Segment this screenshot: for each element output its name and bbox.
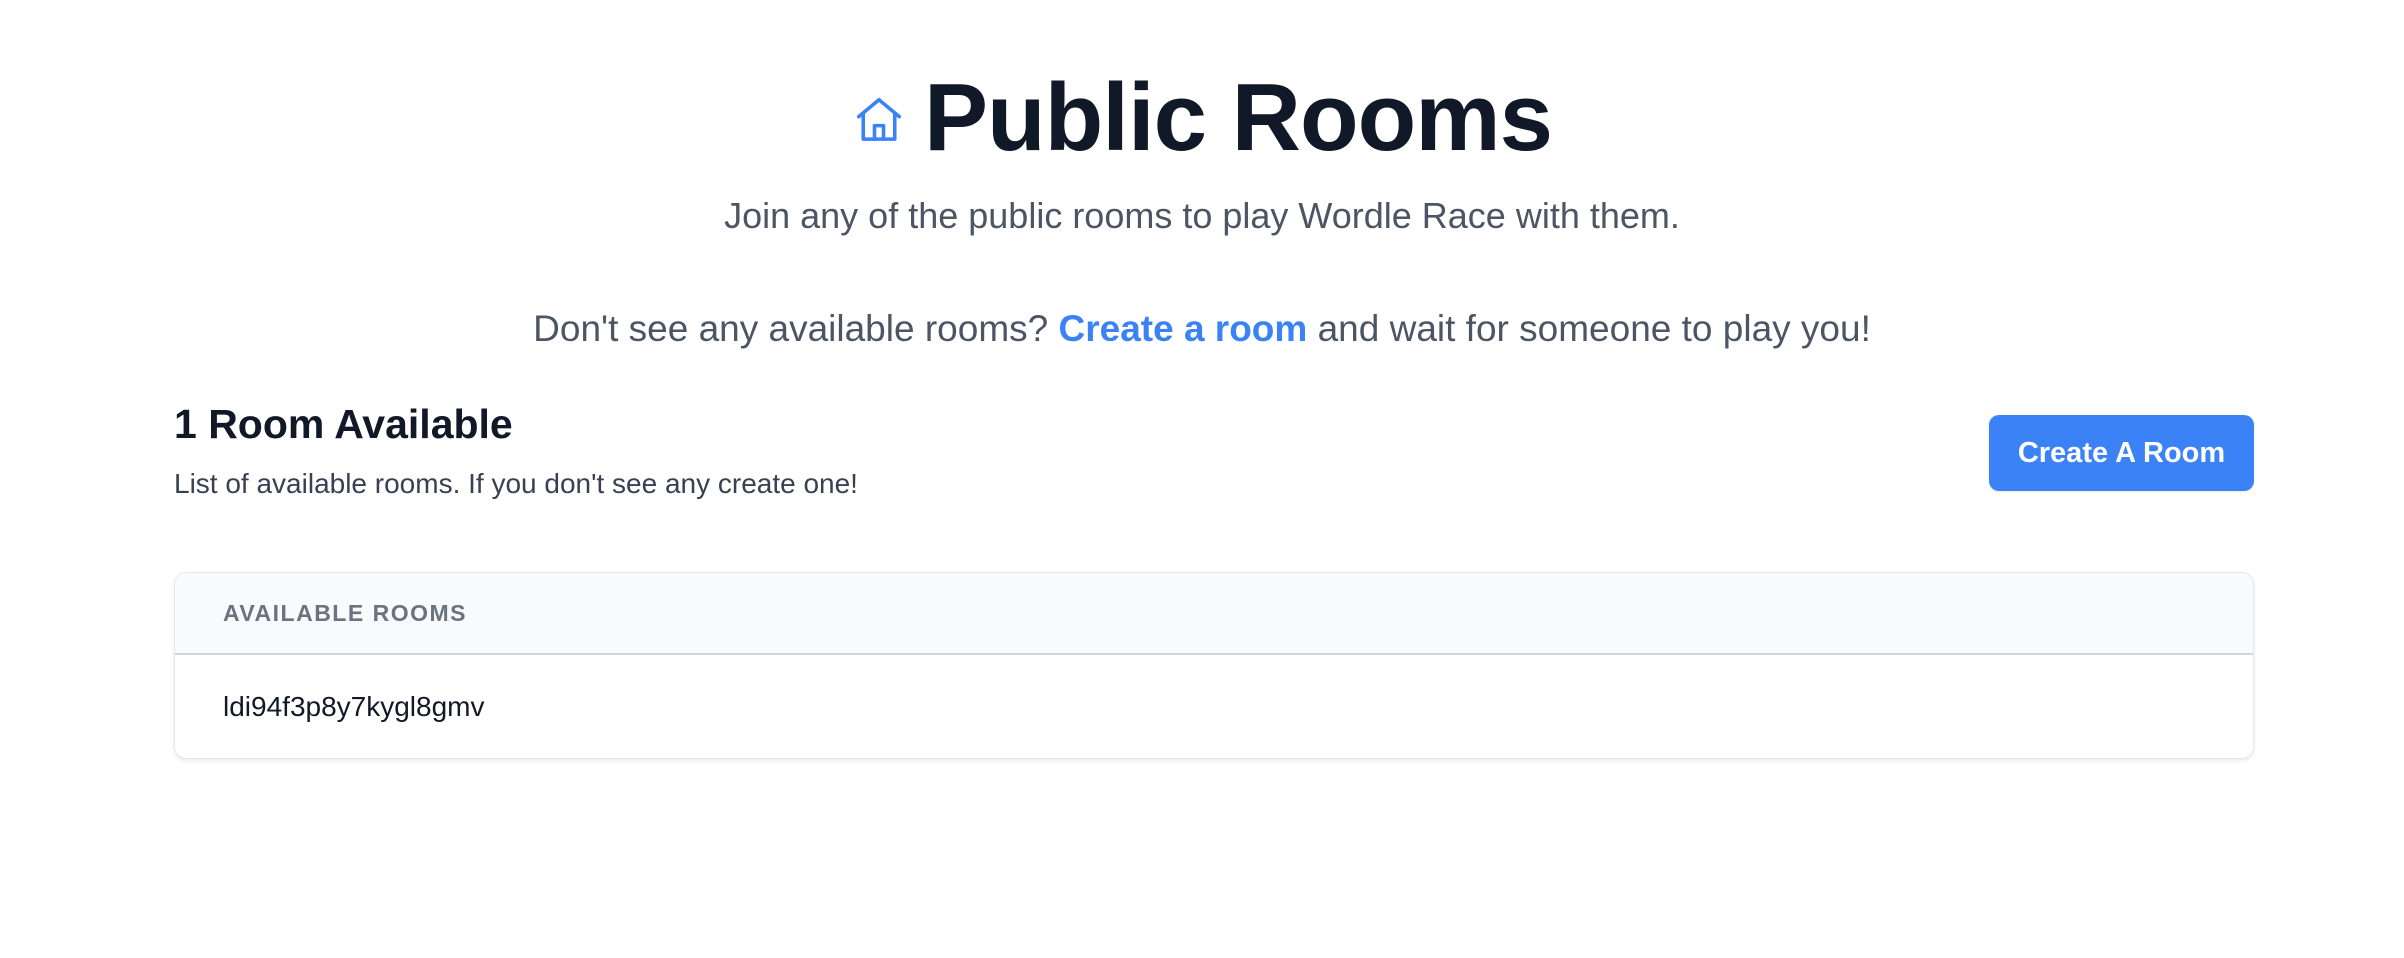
page-title: Public Rooms xyxy=(923,64,1553,171)
home-icon xyxy=(852,93,906,147)
room-row[interactable]: ldi94f3p8y7kygl8gmv xyxy=(175,655,2253,758)
public-rooms-page: Public Rooms Join any of the public room… xyxy=(0,0,2404,958)
rooms-section-header: 1 Room Available List of available rooms… xyxy=(174,398,2254,502)
rooms-description: List of available rooms. If you don't se… xyxy=(174,468,858,499)
hero-section: Public Rooms Join any of the public room… xyxy=(0,62,2404,352)
create-room-prompt: Don't see any available rooms? Create a … xyxy=(0,306,2404,352)
rooms-table-header: AVAILABLE ROOMS xyxy=(175,573,2253,655)
create-room-link[interactable]: Create a room xyxy=(1059,308,1308,349)
cta-prefix: Don't see any available rooms? xyxy=(533,308,1059,349)
title-row: Public Rooms xyxy=(0,62,2404,174)
page-subtitle: Join any of the public rooms to play Wor… xyxy=(724,195,1680,236)
rooms-count-heading: 1 Room Available xyxy=(174,401,513,447)
rooms-table: AVAILABLE ROOMS ldi94f3p8y7kygl8gmv xyxy=(174,572,2254,759)
cta-suffix: and wait for someone to play you! xyxy=(1307,308,1871,349)
create-room-button[interactable]: Create A Room xyxy=(1989,415,2254,491)
